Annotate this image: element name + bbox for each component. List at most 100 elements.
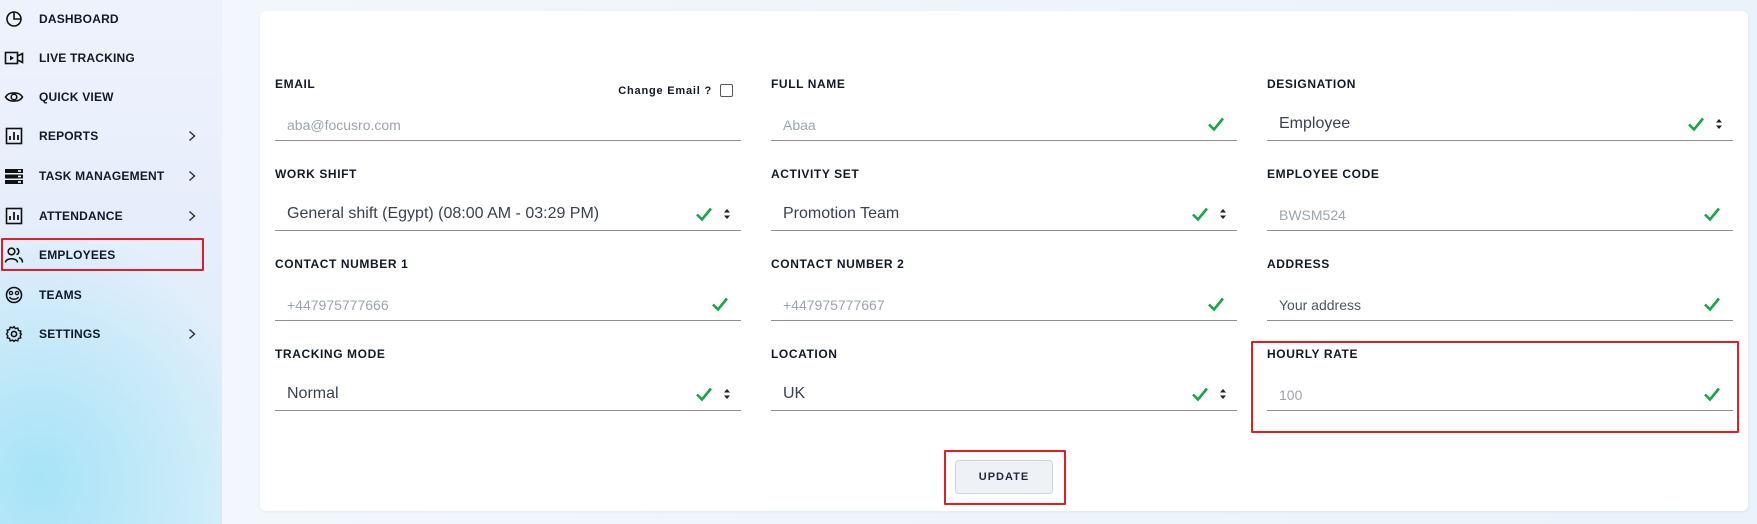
check-icon: [712, 297, 729, 312]
email-underline: [275, 140, 741, 141]
chevron-right-icon: [186, 130, 198, 142]
sidebar-item-label: TEAMS: [39, 288, 82, 302]
select-arrows-icon[interactable]: [1715, 117, 1723, 131]
select-arrows-icon[interactable]: [723, 207, 731, 221]
employee-form-card: EMAIL Change Email ? aba@focusro.com FUL…: [260, 11, 1748, 511]
location-field: LOCATION UK: [771, 347, 1237, 431]
employee-code-input[interactable]: BWSM524: [1279, 207, 1346, 223]
contact-number-2-field: CONTACT NUMBER 2 +447975777667: [771, 257, 1237, 341]
tracking-mode-label: TRACKING MODE: [275, 347, 386, 361]
designation-underline: [1267, 140, 1733, 141]
activity-set-label: ACTIVITY SET: [771, 167, 860, 181]
server-stack-icon: [4, 166, 24, 186]
check-icon: [1704, 207, 1721, 222]
sidebar-item-label: SETTINGS: [39, 327, 101, 341]
employee-code-field: EMPLOYEE CODE BWSM524: [1267, 167, 1733, 251]
hourly-rate-field: HOURLY RATE 100: [1267, 347, 1733, 431]
check-icon: [1688, 117, 1705, 132]
sidebar-item-label: EMPLOYEES: [39, 247, 116, 262]
sidebar-item-label: REPORTS: [39, 129, 99, 143]
contact-number-1-underline: [275, 320, 741, 321]
address-underline: [1267, 320, 1733, 321]
full-name-input[interactable]: Abaa: [783, 117, 816, 133]
full-name-label: FULL NAME: [771, 77, 846, 91]
check-icon: [1192, 387, 1209, 402]
address-label: ADDRESS: [1267, 257, 1330, 271]
sidebar-item-task-management[interactable]: TASK MANAGEMENT: [0, 160, 204, 192]
contact-number-1-input[interactable]: +447975777666: [287, 297, 389, 313]
tracking-mode-underline: [275, 410, 741, 411]
contact-number-2-input[interactable]: +447975777667: [783, 297, 885, 313]
users-icon: [4, 245, 24, 265]
sidebar-item-label: ATTENDANCE: [39, 209, 123, 223]
check-icon: [696, 387, 713, 402]
full-name-underline: [771, 140, 1237, 141]
sidebar-item-teams[interactable]: TEAMS: [0, 279, 204, 311]
full-name-field: FULL NAME Abaa: [771, 77, 1237, 161]
select-arrows-icon[interactable]: [1219, 387, 1227, 401]
update-button[interactable]: UPDATE: [955, 460, 1053, 494]
sidebar-item-employees[interactable]: EMPLOYEES: [1, 238, 204, 271]
sidebar-item-dashboard[interactable]: DASHBOARD: [0, 3, 204, 35]
contact-number-2-underline: [771, 320, 1237, 321]
sidebar: DASHBOARD LIVE TRACKING QUICK VIEW REPOR…: [0, 0, 222, 524]
check-icon: [696, 207, 713, 222]
employee-code-label: EMPLOYEE CODE: [1267, 167, 1380, 181]
change-email-checkbox[interactable]: [720, 84, 733, 97]
check-icon: [1704, 297, 1721, 312]
check-icon: [1192, 207, 1209, 222]
work-shift-label: WORK SHIFT: [275, 167, 357, 181]
select-arrows-icon[interactable]: [723, 387, 731, 401]
check-icon: [1208, 297, 1225, 312]
designation-field: DESIGNATION Employee: [1267, 77, 1733, 161]
reports-chart-icon: [4, 126, 24, 146]
contact-number-2-label: CONTACT NUMBER 2: [771, 257, 905, 271]
email-field: EMAIL Change Email ? aba@focusro.com: [275, 77, 741, 161]
hourly-rate-input[interactable]: 100: [1279, 387, 1302, 403]
tracking-mode-select[interactable]: Normal: [287, 385, 339, 403]
hourly-rate-underline: [1267, 410, 1733, 411]
designation-label: DESIGNATION: [1267, 77, 1357, 91]
work-shift-select[interactable]: General shift (Egypt) (08:00 AM - 03:29 …: [287, 205, 599, 223]
eye-icon: [4, 87, 24, 107]
chevron-right-icon: [186, 210, 198, 222]
address-input[interactable]: Your address: [1279, 297, 1361, 313]
sidebar-item-quick-view[interactable]: QUICK VIEW: [0, 81, 204, 113]
contact-number-1-field: CONTACT NUMBER 1 +447975777666: [275, 257, 741, 341]
activity-set-underline: [771, 230, 1237, 231]
employee-code-underline: [1267, 230, 1733, 231]
sidebar-item-live-tracking[interactable]: LIVE TRACKING: [0, 42, 204, 74]
team-smile-icon: [4, 285, 24, 305]
change-email-toggle[interactable]: Change Email ?: [618, 84, 733, 97]
change-email-label: Change Email ?: [618, 84, 712, 97]
activity-set-select[interactable]: Promotion Team: [783, 205, 899, 223]
address-field: ADDRESS Your address: [1267, 257, 1733, 341]
sidebar-item-reports[interactable]: REPORTS: [0, 120, 204, 152]
check-icon: [1208, 117, 1225, 132]
chevron-right-icon: [186, 170, 198, 182]
sidebar-item-label: LIVE TRACKING: [39, 51, 135, 65]
attendance-chart-icon: [4, 206, 24, 226]
sidebar-item-settings[interactable]: SETTINGS: [0, 318, 204, 350]
contact-number-1-label: CONTACT NUMBER 1: [275, 257, 409, 271]
location-label: LOCATION: [771, 347, 838, 361]
email-input[interactable]: aba@focusro.com: [287, 117, 401, 133]
dashboard-pie-icon: [4, 9, 24, 29]
designation-select[interactable]: Employee: [1279, 115, 1350, 133]
email-label: EMAIL: [275, 77, 316, 91]
work-shift-field: WORK SHIFT General shift (Egypt) (08:00 …: [275, 167, 741, 251]
sidebar-item-label: QUICK VIEW: [39, 90, 114, 104]
work-shift-underline: [275, 230, 741, 231]
hourly-rate-label: HOURLY RATE: [1267, 347, 1359, 361]
select-arrows-icon[interactable]: [1219, 207, 1227, 221]
check-icon: [1704, 387, 1721, 402]
sidebar-item-attendance[interactable]: ATTENDANCE: [0, 200, 204, 232]
chevron-right-icon: [186, 328, 198, 340]
sidebar-item-label: DASHBOARD: [39, 12, 119, 26]
sidebar-item-label: TASK MANAGEMENT: [39, 169, 165, 183]
video-camera-icon: [4, 48, 24, 68]
activity-set-field: ACTIVITY SET Promotion Team: [771, 167, 1237, 251]
gear-icon: [4, 324, 24, 344]
tracking-mode-field: TRACKING MODE Normal: [275, 347, 741, 431]
location-select[interactable]: UK: [783, 385, 805, 403]
